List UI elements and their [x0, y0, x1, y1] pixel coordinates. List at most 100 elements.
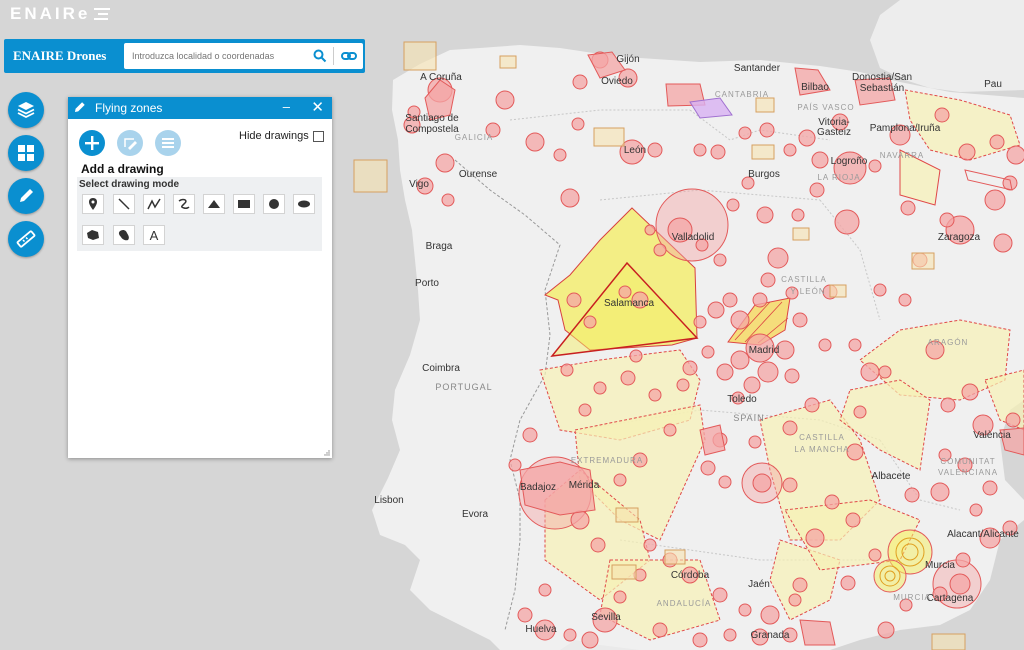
search-input[interactable]	[130, 46, 306, 66]
pencil-icon	[74, 102, 85, 113]
line-icon	[118, 198, 130, 210]
place-label: Zaragoza	[938, 232, 981, 243]
place-label: Lisbon	[374, 495, 403, 506]
place-label: Mérida	[569, 480, 600, 491]
resize-handle-icon[interactable]	[324, 450, 330, 456]
polygon-icon	[87, 230, 99, 240]
map-tools	[8, 92, 44, 264]
pencil-icon	[20, 189, 33, 202]
region-label: CASTILLA	[799, 433, 845, 442]
place-label: Santiago de	[405, 113, 459, 124]
place-label: Salamanca	[604, 298, 654, 309]
flying-zones-panel: Flying zones – ✕ Hide drawings Add a dra…	[68, 97, 332, 458]
place-label: Ourense	[459, 169, 498, 180]
mode-rectangle-button[interactable]	[233, 194, 255, 214]
region-label: GALICIA	[455, 133, 494, 142]
circle-icon	[269, 199, 279, 209]
polyline-icon	[147, 198, 161, 210]
panel-header[interactable]: Flying zones – ✕	[68, 97, 332, 119]
drawing-mode-label: Select drawing mode	[79, 179, 180, 190]
place-label: Donostia/San	[852, 72, 912, 83]
text-icon: A	[149, 227, 159, 243]
region-label: PAÍS VASCO	[797, 103, 854, 112]
place-label: Pau	[984, 79, 1002, 90]
place-label: Gijón	[616, 54, 639, 65]
mode-polygon-button[interactable]	[82, 225, 104, 245]
list-icon	[162, 138, 174, 148]
mode-polyline-button[interactable]	[143, 194, 165, 214]
layers-icon	[17, 102, 35, 119]
list-drawings-button[interactable]	[155, 130, 181, 156]
ellipse-icon	[298, 200, 310, 208]
region-label: MURCIA	[893, 593, 931, 602]
place-label: Compostela	[405, 124, 459, 135]
region-label: ARAGÓN	[928, 338, 969, 347]
minimize-button[interactable]: –	[283, 99, 290, 114]
place-label: Sevilla	[591, 612, 621, 623]
place-label: Córdoba	[671, 570, 710, 581]
mode-triangle-button[interactable]	[203, 194, 225, 214]
region-label: COMUNITAT	[940, 457, 995, 466]
place-label: Valladolid	[672, 232, 715, 243]
region-label: CASTILLA	[781, 275, 827, 284]
search-bar: ENAIRE Drones	[4, 39, 365, 73]
place-label: Braga	[426, 241, 453, 252]
place-label: Oviedo	[601, 76, 633, 87]
place-label: Alacant/Alicante	[947, 529, 1019, 540]
place-label: Granada	[751, 630, 790, 641]
mode-freehand-button[interactable]	[173, 194, 195, 214]
plus-icon	[85, 136, 99, 150]
place-label: Albacete	[872, 471, 911, 482]
place-label: Sebastián	[860, 83, 904, 94]
search-icon	[313, 49, 327, 63]
panel-title: Flying zones	[95, 101, 163, 115]
country-label: SPAIN	[733, 413, 764, 423]
place-label: Toledo	[727, 394, 757, 405]
layers-button[interactable]	[8, 92, 44, 128]
drawing-mode-section: Select drawing mode A	[77, 177, 322, 251]
mode-line-button[interactable]	[113, 194, 135, 214]
grid-icon	[18, 145, 34, 161]
place-label: Huelva	[525, 624, 557, 635]
region-label: ANDALUCÍA	[657, 599, 712, 608]
place-label: Madrid	[749, 345, 780, 356]
draw-button[interactable]	[8, 178, 44, 214]
edit-shape-icon	[124, 138, 137, 150]
region-label: VALENCIANA	[938, 468, 998, 477]
search-button[interactable]	[307, 46, 333, 66]
place-label: Jaén	[748, 579, 770, 590]
mode-pin-button[interactable]	[82, 194, 104, 214]
place-label: Murcia	[925, 560, 955, 571]
place-label: Badajoz	[520, 482, 556, 493]
add-drawing-button[interactable]	[79, 130, 105, 156]
divider	[333, 47, 334, 65]
region-label: Y LEÓN	[790, 287, 825, 296]
measure-button[interactable]	[8, 221, 44, 257]
mode-text-button[interactable]: A	[143, 225, 165, 245]
hide-drawings-checkbox[interactable]	[312, 130, 324, 142]
place-label: Cartagena	[927, 593, 974, 604]
country-label: PORTUGAL	[435, 382, 492, 392]
place-label: Porto	[415, 278, 439, 289]
app-title: ENAIRE Drones	[13, 48, 107, 63]
edit-drawing-button[interactable]	[117, 130, 143, 156]
mode-circle-button[interactable]	[263, 194, 285, 214]
pin-icon	[89, 198, 97, 210]
place-label: Logroño	[831, 156, 868, 167]
close-button[interactable]: ✕	[311, 98, 324, 116]
share-link-button[interactable]	[336, 46, 362, 66]
place-label: A Coruña	[420, 72, 462, 83]
place-label: León	[624, 145, 646, 156]
place-label: Pamplona/Iruña	[870, 123, 941, 134]
enaire-lines-icon	[94, 7, 111, 21]
region-label: LA RIOJA	[817, 173, 860, 182]
mode-ellipse-button[interactable]	[293, 194, 315, 214]
hide-drawings-label: Hide drawings	[239, 130, 309, 142]
hide-drawings-toggle[interactable]: Hide drawings	[239, 130, 324, 142]
basemap-button[interactable]	[8, 135, 44, 171]
mode-freehand-shape-button[interactable]	[113, 225, 135, 245]
region-label: NAVARRA	[880, 151, 925, 160]
place-label: València	[973, 430, 1011, 441]
rectangle-icon	[238, 200, 250, 208]
region-label: CANTABRIA	[715, 90, 769, 99]
